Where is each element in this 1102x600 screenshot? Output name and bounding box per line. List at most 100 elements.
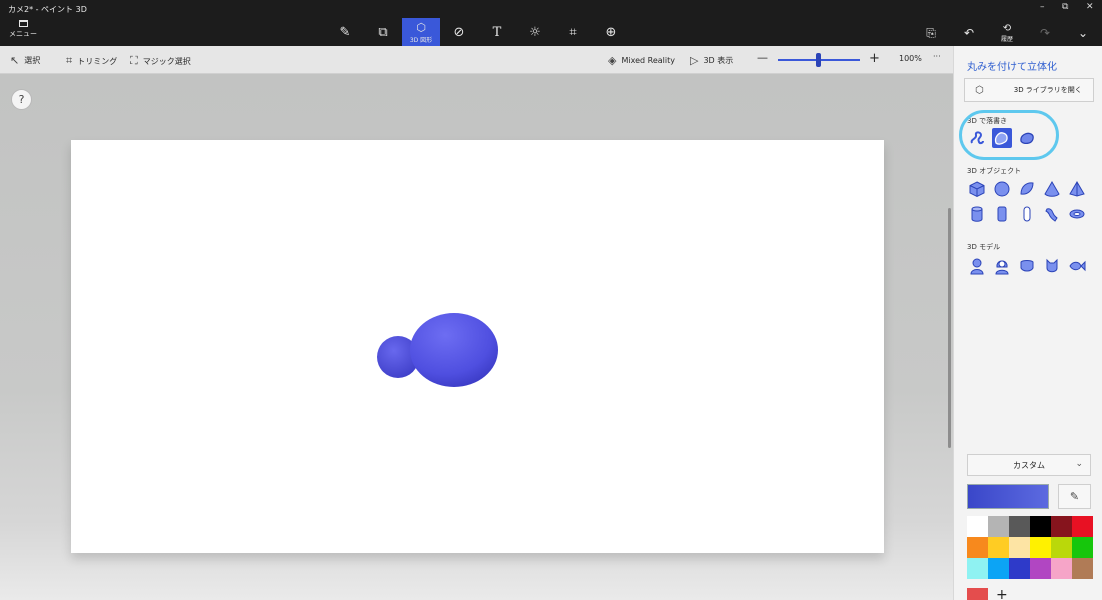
menu-button[interactable]: メニュー <box>6 20 40 44</box>
magic-select-button[interactable]: ⛶ マジック選択 <box>130 54 191 68</box>
palette-color-swatch[interactable] <box>1009 537 1030 558</box>
palette-color-swatch[interactable] <box>1072 516 1093 537</box>
objects-section-label: 3D オブジェクト <box>967 167 1022 175</box>
custom-color-swatch[interactable] <box>967 588 988 600</box>
palette-color-swatch[interactable] <box>1030 537 1051 558</box>
mixed-reality-icon: ◈ <box>608 54 617 67</box>
open-3d-library-button[interactable]: ⬡ 3D ライブラリを開く <box>964 78 1094 102</box>
history-button[interactable]: ⟲ 履歴 <box>988 20 1026 46</box>
palette-color-swatch[interactable] <box>1051 558 1072 579</box>
bent-tube-icon <box>1045 208 1058 222</box>
crop-button[interactable]: ⌗ トリミング <box>66 54 117 68</box>
palette-color-swatch[interactable] <box>1051 537 1072 558</box>
add-color-button[interactable]: + <box>996 587 1008 600</box>
cube-object-button[interactable] <box>967 179 987 199</box>
drawing-canvas[interactable] <box>71 140 884 553</box>
zoom-level: 100% <box>899 54 922 63</box>
sphere-icon <box>994 181 1010 197</box>
tab-stickers[interactable]: ⊘ <box>440 18 478 46</box>
tube-object-button[interactable] <box>992 204 1012 224</box>
tab-canvas[interactable]: ⌗ <box>554 18 592 46</box>
color-palette <box>967 516 1093 579</box>
cursor-icon: ↖ <box>10 54 20 67</box>
palette-color-swatch[interactable] <box>1030 558 1051 579</box>
mixed-reality-button[interactable]: ◈ Mixed Reality <box>608 54 675 67</box>
woman-model-button[interactable] <box>992 256 1012 276</box>
3d-view-button[interactable]: ▷ 3D 表示 <box>690 54 733 67</box>
select-label: 選択 <box>24 56 41 65</box>
3d-objects-row-2 <box>967 204 1087 224</box>
bent-tube-object-button[interactable] <box>1042 204 1062 224</box>
right-actions: ⎘ ↶ ⟲ 履歴 ↷ ⌄ <box>912 20 1102 46</box>
sub-toolbar: ↖ 選択 ⌗ トリミング ⛶ マジック選択 ◈ Mixed Reality ▷ … <box>0 46 953 74</box>
paste-button[interactable]: ⎘ <box>912 20 950 46</box>
tab-effects[interactable]: ☼ <box>516 18 554 46</box>
tab-brushes[interactable]: ✎ <box>326 18 364 46</box>
sharp-edge-doodle-button[interactable] <box>967 128 987 148</box>
vertical-scrollbar[interactable] <box>948 208 951 448</box>
palette-color-swatch[interactable] <box>967 516 988 537</box>
cube-icon <box>969 181 985 198</box>
zoom-out-button[interactable]: — <box>757 51 768 64</box>
zoom-slider[interactable] <box>778 53 860 67</box>
man-model-button[interactable] <box>967 256 987 276</box>
3d-blob-body[interactable] <box>410 313 498 387</box>
workspace: ? <box>0 74 953 600</box>
cone-icon <box>1044 181 1060 197</box>
cylinder-object-button[interactable] <box>967 204 987 224</box>
eyedropper-button[interactable]: ✎ <box>1058 484 1091 509</box>
palette-color-swatch[interactable] <box>1072 558 1093 579</box>
palette-color-swatch[interactable] <box>967 558 988 579</box>
zoom-in-button[interactable]: + <box>869 51 880 66</box>
torus-object-button[interactable] <box>1067 204 1087 224</box>
minimize-button[interactable]: – <box>1040 2 1045 12</box>
tube-doodle-icon <box>1020 132 1034 145</box>
cat-model-button[interactable] <box>1042 256 1062 276</box>
text-icon: T <box>492 24 502 40</box>
expand-button[interactable]: ⌄ <box>1064 20 1102 46</box>
select-button[interactable]: ↖ 選択 <box>10 54 40 67</box>
clipboard-icon: ⎘ <box>926 25 936 40</box>
zoom-slider-thumb[interactable] <box>816 53 821 67</box>
close-button[interactable]: ✕ <box>1086 2 1094 12</box>
cone-object-button[interactable] <box>1042 179 1062 199</box>
3d-library-icon: ⬡ <box>975 84 984 96</box>
redo-icon: ↷ <box>1039 26 1051 40</box>
palette-color-swatch[interactable] <box>967 537 988 558</box>
dog-model-button[interactable] <box>1017 256 1037 276</box>
more-options-button[interactable]: ··· <box>933 52 941 61</box>
mixed-reality-label: Mixed Reality <box>621 56 675 65</box>
soft-edge-doodle-button[interactable] <box>992 128 1012 148</box>
fish-model-button[interactable] <box>1067 256 1087 276</box>
palette-color-swatch[interactable] <box>1009 516 1030 537</box>
tube-doodle-button[interactable] <box>1017 128 1037 148</box>
palette-color-swatch[interactable] <box>988 537 1009 558</box>
tab-3d-shapes-label: 3D 図形 <box>409 36 433 44</box>
palette-color-swatch[interactable] <box>1030 516 1051 537</box>
torus-icon <box>1069 209 1085 219</box>
sphere-object-button[interactable] <box>992 179 1012 199</box>
hemisphere-object-button[interactable] <box>1017 179 1037 199</box>
tab-3d-shapes[interactable]: ⬡ 3D 図形 <box>402 18 440 46</box>
current-color-swatch[interactable] <box>967 484 1049 509</box>
palette-color-swatch[interactable] <box>1009 558 1030 579</box>
color-mode-dropdown[interactable]: カスタム ⌄ <box>967 454 1091 476</box>
maximize-button[interactable]: ⧉ <box>1062 2 1068 12</box>
palette-color-swatch[interactable] <box>1051 516 1072 537</box>
palette-color-swatch[interactable] <box>988 558 1009 579</box>
3d-library-icon: ⊕ <box>605 24 617 40</box>
pyramid-object-button[interactable] <box>1067 179 1087 199</box>
help-button[interactable]: ? <box>11 89 32 110</box>
tab-2d-shapes[interactable]: ⧉ <box>364 18 402 46</box>
undo-button[interactable]: ↶ <box>950 20 988 46</box>
crop-icon: ⌗ <box>66 54 73 67</box>
open-3d-library-label: 3D ライブラリを開く <box>1013 86 1082 94</box>
palette-color-swatch[interactable] <box>1072 537 1093 558</box>
color-mode-value: カスタム <box>1013 460 1045 470</box>
3d-objects-row-1 <box>967 179 1087 199</box>
capsule-object-button[interactable] <box>1017 204 1037 224</box>
tab-text[interactable]: T <box>478 18 516 46</box>
redo-button[interactable]: ↷ <box>1026 20 1064 46</box>
palette-color-swatch[interactable] <box>988 516 1009 537</box>
tab-3d-library[interactable]: ⊕ <box>592 18 630 46</box>
